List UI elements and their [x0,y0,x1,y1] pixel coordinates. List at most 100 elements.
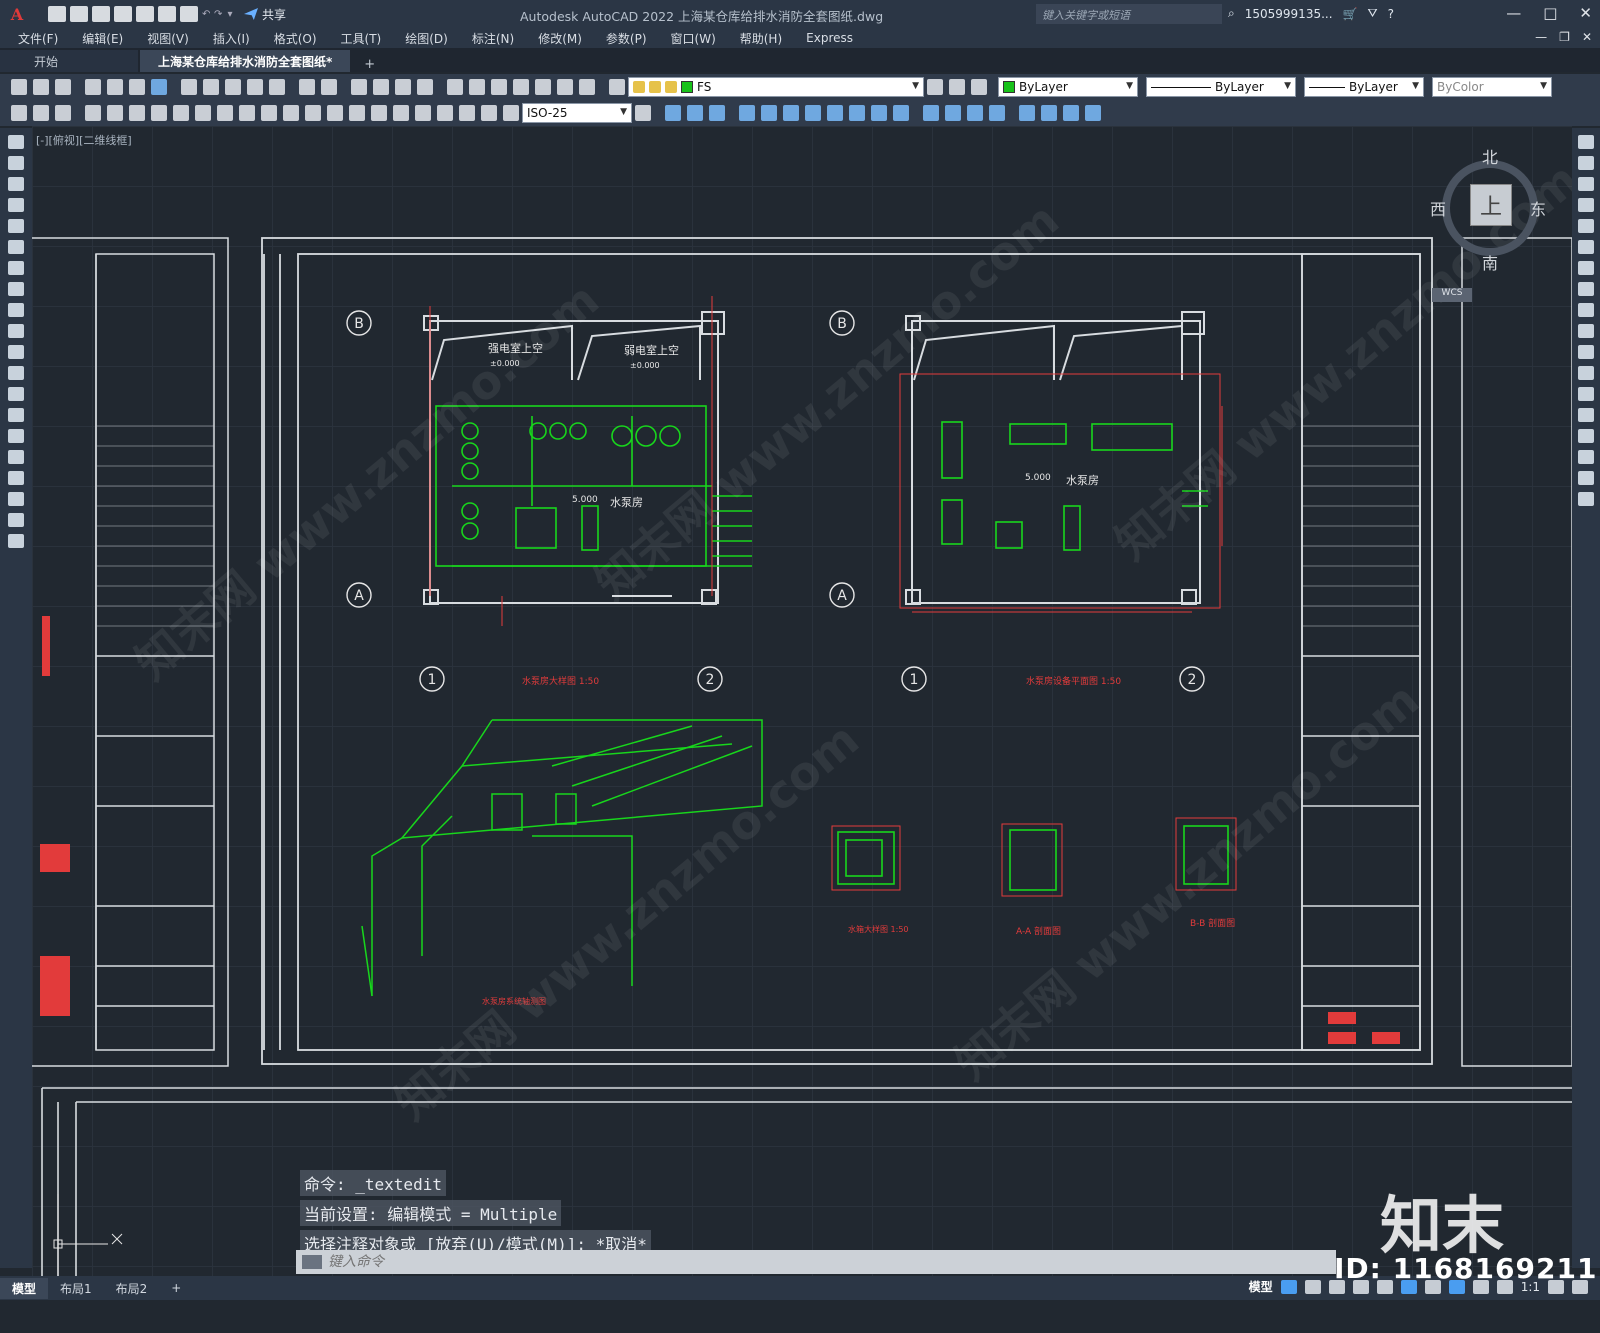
command-input[interactable] [328,1254,1228,1270]
quick-dimension-icon[interactable] [261,105,277,121]
doc-close-button[interactable]: ✕ [1582,30,1592,44]
dimension-edit-icon[interactable] [459,105,475,121]
rotate-icon[interactable] [1578,261,1594,275]
tab-layout2[interactable]: 布局2 [104,1278,160,1299]
menu-file[interactable]: 文件(F) [0,30,70,47]
command-prompt-icon[interactable] [302,1255,322,1269]
baseline-dimension-icon[interactable] [283,105,299,121]
gradient-icon[interactable] [8,450,24,464]
ucs-icon[interactable] [1019,105,1035,121]
dimension-text-edit-icon[interactable] [481,105,497,121]
menu-help[interactable]: 帮助(H) [728,30,794,47]
extrude-icon[interactable] [709,105,725,121]
open-sheetset-icon[interactable] [136,6,154,22]
cut-icon[interactable] [181,79,197,95]
menu-format[interactable]: 格式(O) [262,30,329,47]
design-center-icon[interactable] [469,79,485,95]
paste-icon[interactable] [225,79,241,95]
chamfer-icon[interactable] [1578,429,1594,443]
menu-draw[interactable]: 绘图(D) [393,30,460,47]
tab-start[interactable]: 开始 [0,50,138,72]
copy-icon[interactable] [203,79,219,95]
plot-preview-icon[interactable] [107,79,123,95]
publish-icon[interactable] [158,6,176,22]
customize-dropdown-icon[interactable]: ▾ [226,9,234,20]
match-properties-icon[interactable] [247,79,263,95]
menu-window[interactable]: 窗口(W) [659,30,728,47]
search-input[interactable]: 键入关键字或短语 [1036,4,1222,24]
close-button[interactable]: ✕ [1579,4,1592,22]
realistic-icon[interactable] [967,105,983,121]
break-at-point-icon[interactable] [1578,366,1594,380]
linear-dimension-icon[interactable] [85,105,101,121]
offset-icon[interactable] [1578,198,1594,212]
arc-length-icon[interactable] [129,105,145,121]
continue-dimension-icon[interactable] [305,105,321,121]
block-editor-icon[interactable] [269,79,285,95]
dimension-style-icon[interactable] [635,105,651,121]
hatch-icon[interactable] [8,429,24,443]
share-button[interactable]: 共享 [244,6,286,23]
break-icon[interactable] [1578,387,1594,401]
compass-west[interactable]: 西 [1430,196,1446,220]
new-icon[interactable] [48,6,66,22]
user-account[interactable]: 1505999135... [1245,7,1333,21]
open-icon[interactable] [70,6,88,22]
wcs-menu-button[interactable]: WCS [1432,288,1472,302]
table-icon[interactable] [8,492,24,506]
properties-icon[interactable] [447,79,463,95]
grid-icon[interactable] [1280,1279,1297,1294]
layer-state-icon[interactable] [971,79,987,95]
point-icon[interactable] [8,408,24,422]
zoom-realtime-icon[interactable] [373,79,389,95]
save-as-icon[interactable] [114,6,132,22]
drawing-canvas[interactable]: [-][俯视][二维线框] B A 1 2 强电室上空 弱电室上空 ±0.000… [32,126,1572,1278]
scale-icon[interactable] [1578,282,1594,296]
angular-dimension-icon[interactable] [239,105,255,121]
doc-restore-button[interactable]: ❐ [1559,30,1570,44]
union-icon[interactable] [739,105,755,121]
shaded-icon[interactable] [945,105,961,121]
redo-icon[interactable] [321,79,337,95]
ellipse-arc-icon[interactable] [8,345,24,359]
lineweight-dropdown[interactable]: ByLayer ▼ [1304,77,1424,97]
ucs-world-icon[interactable] [1041,105,1057,121]
menu-edit[interactable]: 编辑(E) [70,30,135,47]
compass-east[interactable]: 东 [1530,196,1546,220]
ucs-previous-icon[interactable] [1063,105,1079,121]
intersect-icon[interactable] [783,105,799,121]
mirror-icon[interactable] [1578,177,1594,191]
menu-modify[interactable]: 修改(M) [526,30,594,47]
add-selected-icon[interactable] [8,534,24,548]
menu-insert[interactable]: 插入(I) [201,30,262,47]
arc-icon[interactable] [8,240,24,254]
region-icon[interactable] [8,471,24,485]
save-icon[interactable] [55,79,71,95]
maximize-button[interactable]: □ [1543,4,1557,22]
tab-drawing[interactable]: 上海某仓库给排水消防全套图纸* [140,50,351,72]
viewcube-top-face[interactable]: 上 [1470,184,1512,226]
tool-palettes-icon[interactable] [491,79,507,95]
layer-dropdown[interactable]: FS ▼ [628,77,924,97]
presspull-icon[interactable] [827,105,843,121]
ordinate-dimension-icon[interactable] [151,105,167,121]
3dwf-icon[interactable] [151,79,167,95]
conceptual-icon[interactable] [989,105,1005,121]
jogged-dimension-icon[interactable] [195,105,211,121]
ucs-face-icon[interactable] [1085,105,1101,121]
slice-icon[interactable] [805,105,821,121]
layer-previous-icon[interactable] [949,79,965,95]
menu-tools[interactable]: 工具(T) [329,30,394,47]
add-layout-button[interactable]: + [159,1279,193,1297]
dimstyle-dropdown[interactable]: ISO-25 ▼ [522,103,632,123]
doc-minimize-button[interactable]: — [1535,30,1547,44]
cylinder-icon[interactable] [687,105,703,121]
revcloud-icon[interactable] [8,282,24,296]
new-icon[interactable] [11,79,27,95]
match-properties-icon[interactable] [11,105,27,121]
mtext-icon[interactable] [8,513,24,527]
snap-icon[interactable] [1304,1279,1321,1294]
construction-line-icon[interactable] [8,156,24,170]
markup-icon[interactable] [535,79,551,95]
make-current-layer-icon[interactable] [927,79,943,95]
